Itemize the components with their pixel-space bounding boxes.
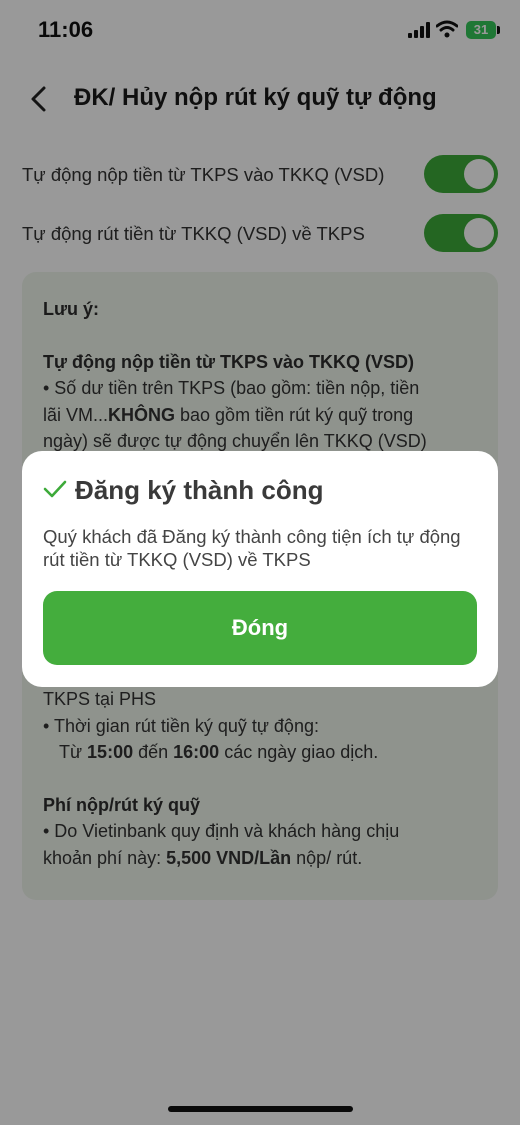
dialog-message: Quý khách đã Đăng ký thành công tiện ích… [43, 526, 461, 570]
check-icon [43, 480, 67, 498]
success-dialog: Đăng ký thành công Quý khách đã Đăng ký … [22, 451, 498, 687]
dialog-title: Đăng ký thành công [75, 475, 324, 505]
close-button[interactable]: Đóng [43, 591, 477, 665]
